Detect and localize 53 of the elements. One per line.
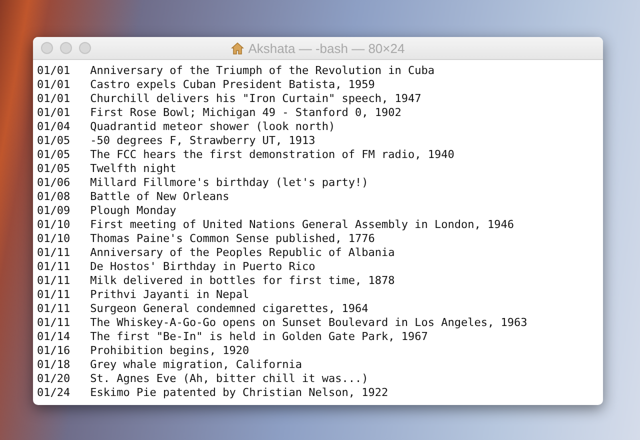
date-text: 01/16 [37, 344, 70, 358]
event-text: Eskimo Pie patented by Christian Nelson, 1922 [90, 386, 390, 400]
event-text: The first "Be-In" is held in Golden Gate Park, 1967 [90, 330, 429, 344]
event-text: St. Agnes Eve (Ah, bitter chill it was...) [90, 372, 370, 386]
date-text: 01/01 [37, 92, 70, 106]
event-text: -50 degrees F, Strawberry UT, 1913 [90, 134, 316, 148]
event-text: Quadrantid meteor shower (look north) [90, 120, 336, 134]
date-text: 01/09 [37, 204, 70, 218]
event-text: Prohibition begins, 1920 [90, 344, 250, 358]
event-text: Castro expels Cuban President Batista, 1959 [90, 78, 376, 92]
event-text: The FCC hears the first demonstration of FM radio, 1940 [90, 148, 456, 162]
date-text: 01/10 [37, 218, 70, 232]
event-text: Twelfth night [90, 162, 178, 176]
date-text: 01/05 [37, 148, 70, 162]
event-text: Milk delivered in bottles for first time, 1878 [90, 274, 396, 288]
date-text: 01/01 [37, 64, 70, 78]
event-text: Prithvi Jayanti in Nepal [90, 288, 250, 302]
date-text: 01/18 [37, 358, 70, 372]
date-text: 01/10 [37, 232, 70, 246]
date-text: 01/24 [37, 386, 70, 400]
date-text: 01/11 [37, 274, 70, 288]
event-text: De Hostos' Birthday in Puerto Rico [90, 260, 316, 274]
event-text: Grey whale migration, California [90, 358, 304, 372]
date-text: 01/05 [37, 134, 70, 148]
date-text: 01/08 [37, 190, 70, 204]
date-text: 01/05 [37, 162, 70, 176]
date-text: 01/01 [37, 106, 70, 120]
date-text: 01/11 [37, 288, 70, 302]
date-text: 01/04 [37, 120, 70, 134]
event-text: Surgeon General condemned cigarettes, 1964 [90, 302, 370, 316]
event-text: The Whiskey-A-Go-Go opens on Sunset Boulevard in Los Angeles, 1963 [90, 316, 528, 330]
date-text: 01/11 [37, 302, 70, 316]
date-text: 01/14 [37, 330, 70, 344]
event-text: Anniversary of the Triumph of the Revolution in Cuba [90, 64, 436, 78]
house-icon [231, 42, 244, 54]
date-text: 01/01 [37, 78, 70, 92]
zoom-icon[interactable] [79, 42, 91, 54]
event-text: Plough Monday [90, 204, 178, 218]
close-icon[interactable] [41, 42, 53, 54]
minimize-icon[interactable] [60, 42, 72, 54]
event-text: First Rose Bowl; Michigan 49 - Stanford 0, 1902 [90, 106, 402, 120]
date-text: 01/11 [37, 246, 70, 260]
date-text: 01/20 [37, 372, 70, 386]
event-text: Thomas Paine's Common Sense published, 1776 [90, 232, 376, 246]
event-text: Churchill delivers his "Iron Curtain" speech, 1947 [90, 92, 422, 106]
date-text: 01/06 [37, 176, 70, 190]
date-text: 01/11 [37, 260, 70, 274]
event-text: Battle of New Orleans [90, 190, 230, 204]
event-text: Anniversary of the Peoples Republic of Albania [90, 246, 396, 260]
event-text: First meeting of United Nations General Assembly in London, 1946 [90, 218, 515, 232]
date-text: 01/11 [37, 316, 70, 330]
window-title: Akshata — -bash — 80×24 [248, 40, 405, 56]
event-text: Millard Fillmore's birthday (let's party!) [90, 176, 370, 190]
